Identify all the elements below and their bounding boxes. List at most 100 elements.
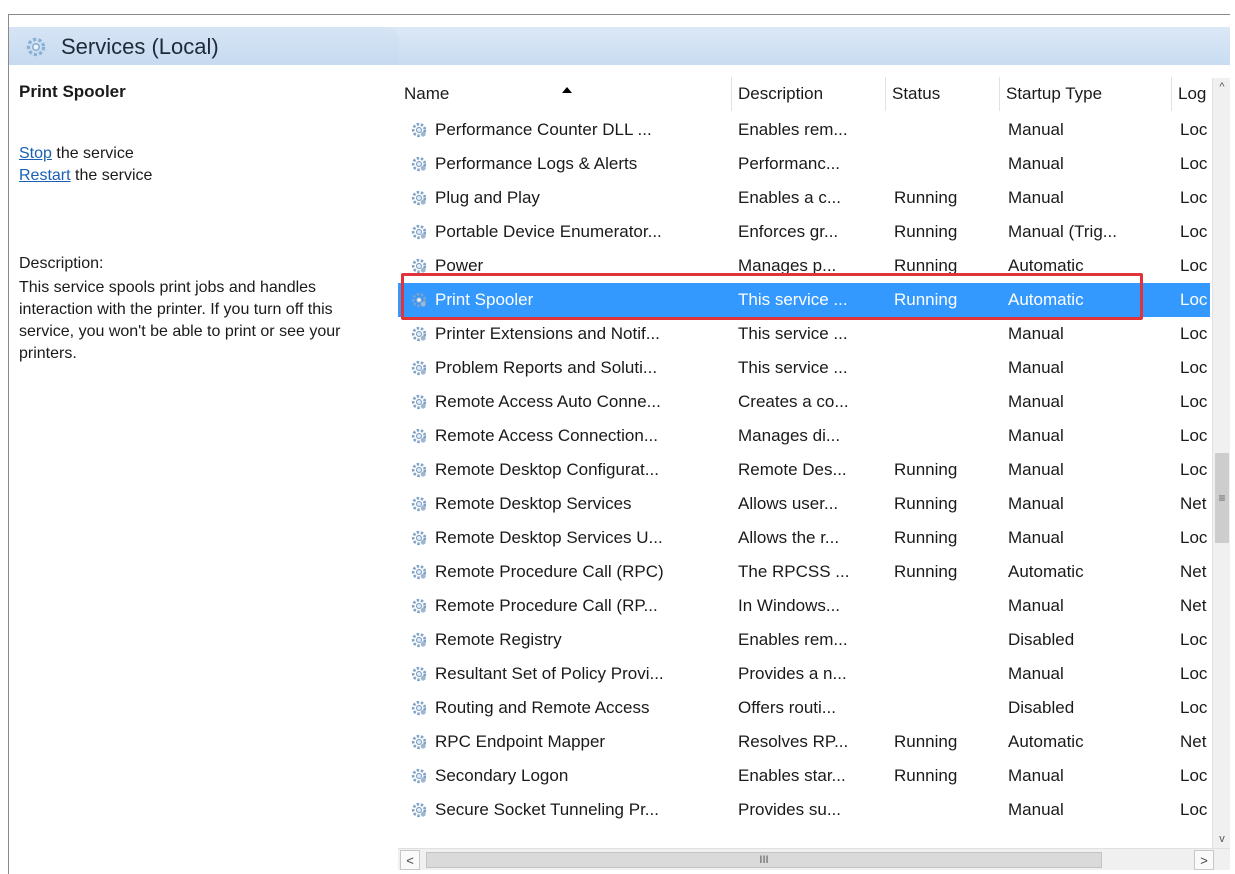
vertical-scrollbar[interactable]: ^ ≡ v bbox=[1212, 78, 1230, 848]
service-gear-icon bbox=[408, 147, 430, 181]
service-status-cell bbox=[894, 623, 994, 657]
service-gear-icon bbox=[408, 113, 430, 147]
service-row[interactable]: Printer Extensions and Notif... This serv… bbox=[398, 317, 1210, 351]
vertical-scroll-thumb[interactable]: ≡ bbox=[1215, 453, 1229, 543]
service-row[interactable]: Remote Procedure Call (RP... In Windows..… bbox=[398, 589, 1210, 623]
service-startup-cell: Manual (Trig... bbox=[1008, 222, 1117, 241]
service-row[interactable]: Secure Socket Tunneling Pr... Provides su… bbox=[398, 793, 1210, 827]
service-row[interactable]: Problem Reports and Soluti... This servic… bbox=[398, 351, 1210, 385]
column-header-name-label: Name bbox=[404, 84, 450, 103]
stop-service-link[interactable]: Stop bbox=[19, 145, 52, 162]
service-name-cell: Printer Extensions and Notif... bbox=[435, 324, 660, 343]
service-startup-cell: Manual bbox=[1008, 154, 1064, 173]
service-row[interactable]: Resultant Set of Policy Provi... Provides… bbox=[398, 657, 1210, 691]
column-header-status[interactable]: Status bbox=[886, 77, 1000, 111]
service-row[interactable]: Remote Access Auto Conne... Creates a co.… bbox=[398, 385, 1210, 419]
stop-suffix: the service bbox=[51, 145, 134, 162]
service-row[interactable]: Portable Device Enumerator... Enforces gr… bbox=[398, 215, 1210, 249]
restart-service-link[interactable]: Restart bbox=[19, 167, 71, 184]
service-status-cell: Running bbox=[894, 256, 958, 275]
service-logon-cell: Loc bbox=[1180, 460, 1208, 479]
service-row[interactable]: Plug and Play Enables a c... Running Manual… bbox=[398, 181, 1210, 215]
service-status-cell: Running bbox=[894, 188, 958, 207]
service-description-cell: Enables rem... bbox=[738, 120, 848, 139]
service-startup-cell: Manual bbox=[1008, 188, 1064, 207]
service-gear-icon bbox=[408, 589, 430, 623]
column-header-log-on-as[interactable]: Log bbox=[1172, 77, 1212, 111]
column-header-name[interactable]: Name bbox=[398, 77, 732, 111]
service-logon-cell: Net bbox=[1180, 596, 1207, 615]
service-row[interactable]: RPC Endpoint Mapper Resolves RP... Running… bbox=[398, 725, 1210, 759]
service-description-cell: Enables rem... bbox=[738, 630, 848, 649]
service-gear-icon bbox=[408, 487, 430, 521]
service-description-cell: Enables star... bbox=[738, 766, 846, 785]
service-gear-icon bbox=[408, 249, 430, 283]
service-logon-cell: Loc bbox=[1180, 698, 1208, 717]
column-header-startup-type[interactable]: Startup Type bbox=[1000, 77, 1172, 111]
service-row[interactable]: Secondary Logon Enables star... Running Man… bbox=[398, 759, 1210, 793]
service-name-cell: Remote Access Connection... bbox=[435, 426, 659, 445]
service-status-cell: Running bbox=[894, 766, 958, 785]
service-name-cell: Resultant Set of Policy Provi... bbox=[435, 664, 664, 683]
service-row[interactable]: Print Spooler This service ... Running Auto… bbox=[398, 283, 1210, 317]
service-description-cell: Provides a n... bbox=[738, 664, 847, 683]
service-gear-icon bbox=[408, 623, 430, 657]
service-status-cell bbox=[894, 691, 994, 725]
sort-ascending-icon bbox=[562, 87, 572, 93]
service-description-cell: Enforces gr... bbox=[738, 222, 839, 241]
service-description-cell: Provides su... bbox=[738, 800, 841, 819]
service-startup-cell: Manual bbox=[1008, 358, 1064, 377]
service-startup-cell: Automatic bbox=[1008, 290, 1084, 309]
horizontal-scrollbar[interactable]: < III > bbox=[398, 848, 1230, 870]
column-header-description[interactable]: Description bbox=[732, 77, 886, 111]
service-gear-icon bbox=[408, 317, 430, 351]
service-startup-cell: Manual bbox=[1008, 494, 1064, 513]
service-startup-cell: Manual bbox=[1008, 528, 1064, 547]
service-description-cell: This service ... bbox=[738, 290, 848, 309]
service-gear-icon bbox=[408, 351, 430, 385]
service-row[interactable]: Remote Registry Enables rem... Disabled Loc bbox=[398, 623, 1210, 657]
service-gear-icon bbox=[408, 181, 430, 215]
service-row[interactable]: Routing and Remote Access Offers routi...… bbox=[398, 691, 1210, 725]
service-logon-cell: Loc bbox=[1180, 664, 1208, 683]
services-rows: Performance Counter DLL ... Enables rem..… bbox=[398, 113, 1210, 827]
service-startup-cell: Manual bbox=[1008, 766, 1064, 785]
service-name-cell: Portable Device Enumerator... bbox=[435, 222, 662, 241]
horizontal-scroll-thumb[interactable]: III bbox=[426, 852, 1102, 868]
service-status-cell bbox=[894, 657, 994, 691]
page-title: Services (Local) bbox=[61, 34, 219, 59]
service-name-cell: Remote Desktop Configurat... bbox=[435, 460, 659, 479]
service-gear-icon bbox=[408, 657, 430, 691]
column-header-description-label: Description bbox=[738, 84, 824, 103]
services-list: Name Description Status Startup Type Log… bbox=[398, 65, 1230, 874]
service-description-cell: Resolves RP... bbox=[738, 732, 849, 751]
service-row[interactable]: Remote Desktop Services U... Allows the r… bbox=[398, 521, 1210, 555]
service-row[interactable]: Performance Logs & Alerts Performanc... Ma… bbox=[398, 147, 1210, 181]
scroll-up-icon[interactable]: ^ bbox=[1213, 78, 1231, 96]
service-name-cell: Print Spooler bbox=[435, 290, 534, 309]
service-row[interactable]: Remote Access Connection... Manages di...… bbox=[398, 419, 1210, 453]
scroll-left-icon[interactable]: < bbox=[400, 850, 420, 870]
services-header: Services (Local) bbox=[9, 15, 1230, 65]
service-row[interactable]: Performance Counter DLL ... Enables rem..… bbox=[398, 113, 1210, 147]
service-name-cell: Secondary Logon bbox=[435, 766, 569, 785]
service-logon-cell: Loc bbox=[1180, 256, 1208, 275]
service-row[interactable]: Remote Procedure Call (RPC) The RPCSS ...… bbox=[398, 555, 1210, 589]
service-detail-pane: Print Spooler Stop the service Restart t… bbox=[9, 65, 394, 874]
services-gear-icon bbox=[26, 37, 46, 57]
service-status-cell: Running bbox=[894, 290, 958, 309]
scroll-right-icon[interactable]: > bbox=[1194, 850, 1214, 870]
service-description-cell: The RPCSS ... bbox=[738, 562, 850, 581]
service-name-cell: Routing and Remote Access bbox=[435, 698, 650, 717]
service-row[interactable]: Remote Desktop Configurat... Remote Des..… bbox=[398, 453, 1210, 487]
service-row[interactable]: Power Manages p... Running Automatic Loc bbox=[398, 249, 1210, 283]
service-row[interactable]: Remote Desktop Services Allows user... Run… bbox=[398, 487, 1210, 521]
service-gear-icon bbox=[408, 215, 430, 249]
service-gear-icon bbox=[408, 521, 430, 555]
service-status-cell bbox=[894, 793, 994, 827]
service-gear-icon bbox=[408, 453, 430, 487]
stop-action: Stop the service bbox=[19, 145, 134, 163]
service-logon-cell: Loc bbox=[1180, 154, 1208, 173]
scroll-down-icon[interactable]: v bbox=[1213, 830, 1231, 848]
service-name-cell: Remote Registry bbox=[435, 630, 562, 649]
